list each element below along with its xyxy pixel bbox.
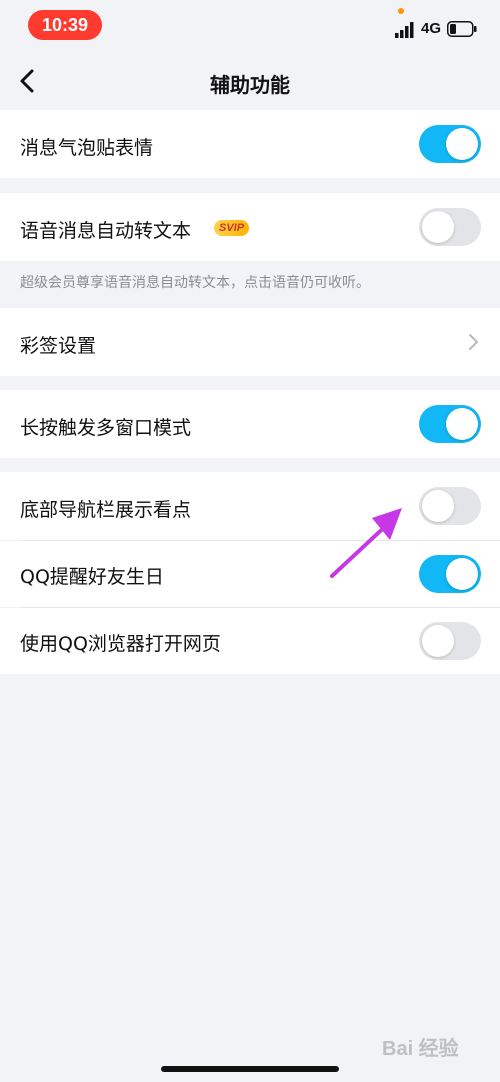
setting-row-color-sign[interactable]: 彩签设置 (0, 308, 500, 376)
toggle-knob (446, 128, 478, 160)
status-bar: 10:39 4G (0, 0, 500, 52)
bottom-nav-kandian-toggle[interactable] (419, 487, 481, 525)
annotation-arrow-icon (330, 508, 402, 578)
watermark-text: Bai 经验 (382, 1038, 459, 1060)
svip-badge: SVIP (214, 220, 250, 236)
setting-row-bubble-emoji: 消息气泡贴表情 (0, 110, 500, 178)
signal-icon (395, 22, 414, 38)
home-indicator (161, 1066, 339, 1072)
toggle-knob (422, 625, 454, 657)
nav-bar: 辅助功能 (0, 52, 500, 110)
setting-label: 彩签设置 (20, 335, 97, 357)
long-press-multiwindow-toggle[interactable] (419, 405, 481, 443)
setting-label: 使用QQ浏览器打开网页 (20, 633, 221, 655)
setting-label: 底部导航栏展示看点 (20, 499, 192, 521)
setting-label: QQ提醒好友生日 (20, 566, 164, 588)
voice-to-text-toggle[interactable] (419, 208, 481, 246)
toggle-knob (422, 211, 454, 243)
setting-row-voice-to-text: 语音消息自动转文本 SVIP (0, 193, 500, 261)
toggle-knob (422, 490, 454, 522)
page-title: 辅助功能 (210, 73, 290, 97)
watermark-logo: Bai 经验 (382, 1024, 482, 1064)
setting-row-qq-birthday-reminder: QQ提醒好友生日 (0, 541, 500, 607)
setting-label: 消息气泡贴表情 (20, 137, 154, 159)
qq-browser-open-toggle[interactable] (419, 622, 481, 660)
setting-row-qq-browser-open: 使用QQ浏览器打开网页 (0, 608, 500, 674)
toggle-knob (446, 558, 478, 590)
status-time: 10:39 (28, 10, 102, 40)
setting-row-bottom-nav-kandian: 底部导航栏展示看点 (0, 472, 500, 540)
bubble-emoji-toggle[interactable] (419, 125, 481, 163)
chevron-right-icon (469, 334, 478, 350)
recording-indicator-dot (398, 8, 404, 14)
battery-icon (447, 21, 477, 37)
setting-label: 语音消息自动转文本 (20, 220, 192, 242)
setting-label: 长按触发多窗口模式 (20, 417, 192, 439)
voice-to-text-hint: 超级会员尊享语音消息自动转文本，点击语音仍可收听。 (20, 275, 370, 291)
network-label: 4G (421, 20, 442, 37)
qq-birthday-reminder-toggle[interactable] (419, 555, 481, 593)
setting-row-long-press-multiwindow: 长按触发多窗口模式 (0, 390, 500, 458)
toggle-knob (446, 408, 478, 440)
